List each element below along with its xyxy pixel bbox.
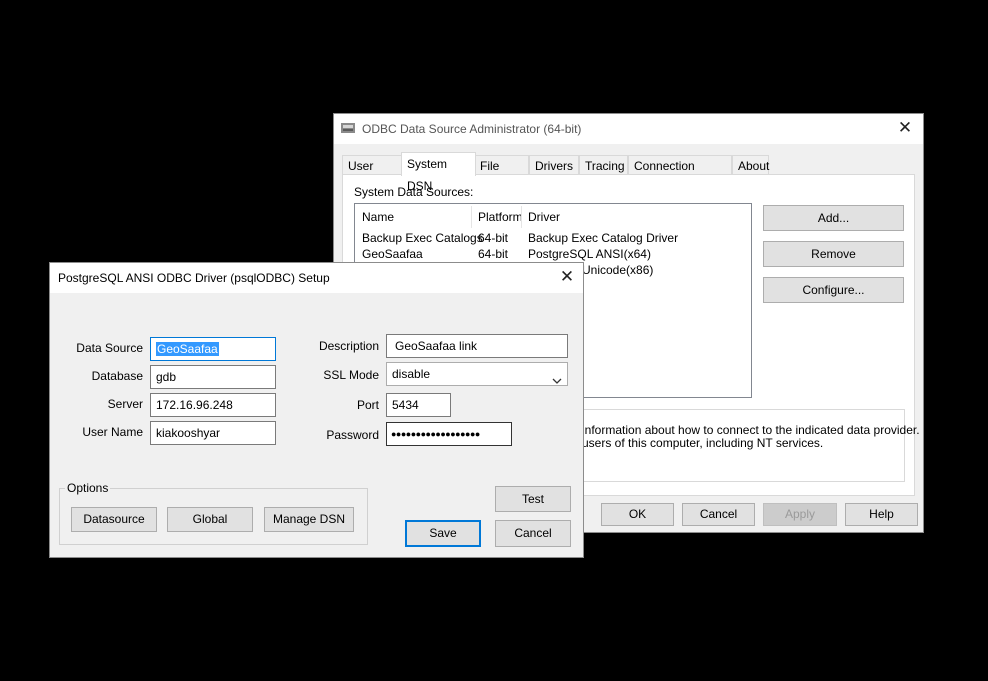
chevron-down-icon (552, 370, 562, 384)
datasource-options-button[interactable]: Datasource (71, 507, 157, 532)
setup-dialog-titlebar[interactable]: PostgreSQL ANSI ODBC Driver (psqlODBC) S… (50, 263, 583, 293)
tab-drivers[interactable]: Drivers (529, 155, 579, 175)
database-label: Database (91, 369, 143, 383)
setup-dialog: PostgreSQL ANSI ODBC Driver (psqlODBC) S… (49, 262, 584, 558)
data-source-value: GeoSaafaa (156, 342, 219, 356)
global-options-button[interactable]: Global (167, 507, 253, 532)
database-field[interactable]: gdb (150, 365, 276, 389)
remove-button[interactable]: Remove (763, 241, 904, 267)
user-name-label: User Name (82, 425, 143, 439)
tab-strip: User DSN System DSN File DSN Drivers Tra… (342, 152, 915, 193)
tab-user-dsn[interactable]: User DSN (342, 155, 403, 193)
password-label: Password (326, 428, 379, 442)
info-text: information about how to connect to the … (582, 423, 920, 437)
user-name-field[interactable]: kiakooshyar (150, 421, 276, 445)
options-label: Options (65, 481, 111, 495)
add-button[interactable]: Add... (763, 205, 904, 231)
description-label: Description (318, 339, 379, 353)
ssl-mode-value: disable (392, 367, 431, 381)
data-source-label: Data Source (76, 341, 143, 355)
apply-button[interactable]: Apply (763, 503, 837, 526)
ssl-mode-select[interactable]: disable (386, 362, 568, 386)
test-button[interactable]: Test (495, 486, 571, 512)
column-divider (471, 206, 472, 228)
column-header-platform[interactable]: Platform (478, 210, 523, 224)
save-button[interactable]: Save (405, 520, 481, 547)
table-row-name[interactable]: Backup Exec Catalogs (362, 231, 483, 245)
column-header-driver[interactable]: Driver (528, 210, 560, 224)
port-field[interactable]: 5434 (386, 393, 451, 417)
cancel-button[interactable]: Cancel (682, 503, 755, 526)
tab-system-dsn[interactable]: System DSN (401, 152, 476, 193)
manage-dsn-button[interactable]: Manage DSN (264, 507, 354, 532)
password-field[interactable]: ●●●●●●●●●●●●●●●●●● (386, 422, 512, 446)
table-row-driver[interactable]: PostgreSQL ANSI(x64) (528, 247, 651, 261)
port-label: Port (356, 398, 379, 412)
cancel-button[interactable]: Cancel (495, 520, 571, 547)
table-row-driver[interactable]: Backup Exec Catalog Driver (528, 231, 678, 245)
table-row-driver[interactable]: Unicode(x86) (582, 263, 653, 277)
tab-about[interactable]: About (732, 155, 769, 175)
column-divider (521, 206, 522, 228)
info-text: users of this computer, including NT ser… (582, 436, 824, 450)
ok-button[interactable]: OK (601, 503, 674, 526)
setup-dialog-title: PostgreSQL ANSI ODBC Driver (psqlODBC) S… (58, 271, 330, 285)
tab-tracing[interactable]: Tracing (579, 155, 628, 175)
ssl-mode-label: SSL Mode (323, 368, 379, 382)
data-source-field[interactable]: GeoSaafaa (150, 337, 276, 361)
server-label: Server (107, 397, 143, 411)
odbc-admin-titlebar[interactable]: ODBC Data Source Administrator (64-bit) … (334, 114, 923, 144)
tab-file-dsn[interactable]: File DSN (474, 155, 529, 193)
table-row-platform[interactable]: 64-bit (478, 247, 508, 261)
server-field[interactable]: 172.16.96.248 (150, 393, 276, 417)
close-icon[interactable]: ✕ (555, 266, 579, 288)
description-field[interactable]: GeoSaafaa link (386, 334, 568, 358)
table-row-name[interactable]: GeoSaafaa (362, 247, 423, 261)
odbc-app-icon (341, 122, 355, 134)
configure-button[interactable]: Configure... (763, 277, 904, 303)
column-header-name[interactable]: Name (362, 210, 394, 224)
help-button[interactable]: Help (845, 503, 918, 526)
table-row-platform[interactable]: 64-bit (478, 231, 508, 245)
odbc-admin-title: ODBC Data Source Administrator (64-bit) (362, 122, 582, 136)
tab-connection-pooling[interactable]: Connection Pooling (628, 155, 732, 193)
close-icon[interactable]: ✕ (893, 117, 917, 139)
